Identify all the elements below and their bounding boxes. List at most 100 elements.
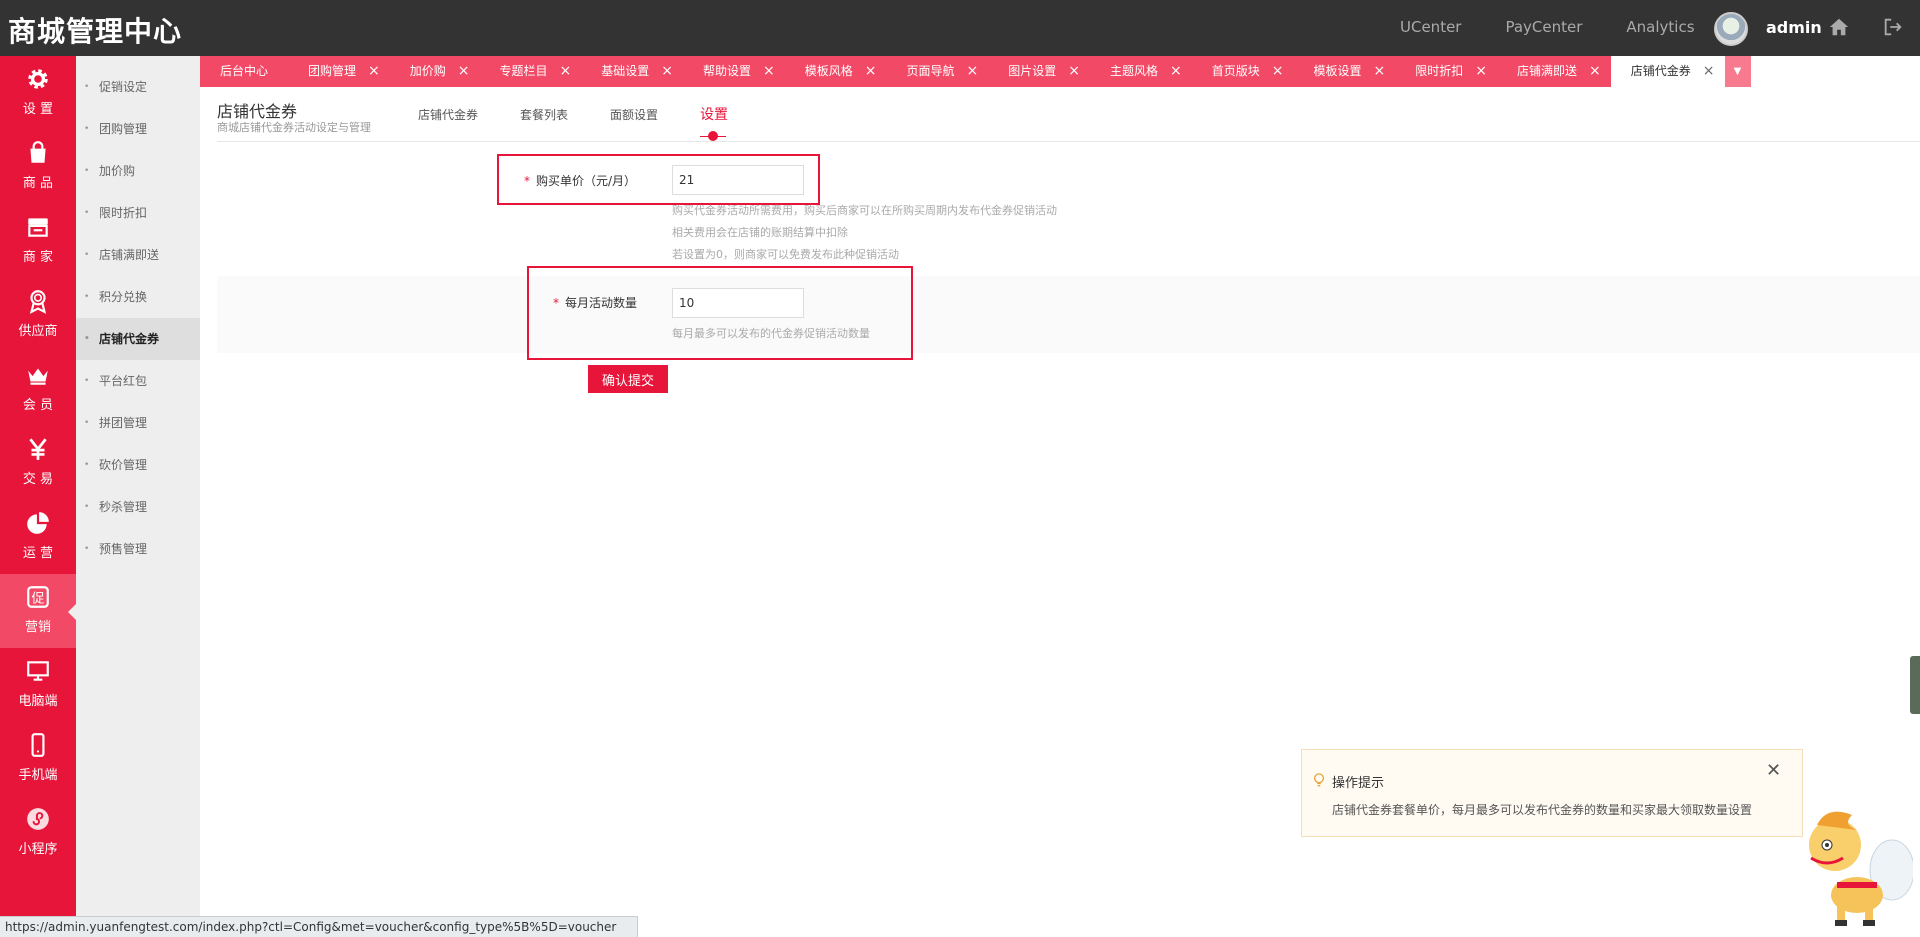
submenu-item[interactable]: 店铺满即送 — [76, 234, 200, 276]
close-icon[interactable]: × — [1272, 56, 1284, 87]
chevron-down-icon: ▼ — [1733, 66, 1742, 77]
paycenter-link[interactable]: PayCenter — [1505, 18, 1582, 36]
tab-label: 加价购 — [409, 64, 446, 78]
tab-label: 帮助设置 — [703, 64, 752, 78]
submenu-item[interactable]: 平台红包 — [76, 360, 200, 402]
subtab-label: 面额设置 — [610, 108, 659, 122]
tab-item[interactable]: 店铺满即送 × — [1497, 56, 1611, 87]
logout-icon[interactable] — [1882, 16, 1904, 38]
miniprogram-icon — [27, 808, 49, 830]
main-nav-rail: 设 置 商 品 商 家 供应商 会 员 交 易 运 营 促 营销 电脑端 手机端… — [0, 56, 76, 937]
tab-item[interactable]: 基础设置 × — [581, 56, 683, 87]
rail-label: 商 品 — [22, 176, 54, 191]
tab-item[interactable]: 页面导航 × — [887, 56, 989, 87]
tab-item[interactable]: 模板设置 × — [1294, 56, 1396, 87]
subtab-label: 设置 — [700, 107, 729, 123]
close-icon[interactable]: × — [368, 56, 380, 87]
tab-item[interactable]: 限时折扣 × — [1395, 56, 1497, 87]
tab-label: 模板设置 — [1313, 64, 1362, 78]
rail-item-member[interactable]: 会 员 — [0, 352, 76, 426]
rail-item-settings[interactable]: 设 置 — [0, 56, 76, 130]
tab-more-button[interactable]: ▼ — [1724, 56, 1751, 87]
rail-item-marketing[interactable]: 促 营销 — [0, 574, 76, 648]
close-icon[interactable]: × — [661, 56, 673, 87]
tab-item[interactable]: 团购管理 × — [288, 56, 390, 87]
rail-label: 商 家 — [22, 250, 54, 265]
tab-item[interactable]: 模板风格 × — [785, 56, 887, 87]
subtab-settings[interactable]: 设置 — [700, 104, 729, 141]
tab-item[interactable]: 主题风格 × — [1090, 56, 1192, 87]
subtab-vouchers[interactable]: 店铺代金券 — [418, 106, 478, 124]
rail-label: 电脑端 — [18, 694, 58, 709]
close-icon[interactable]: × — [1589, 56, 1601, 87]
tab-item[interactable]: 帮助设置 × — [683, 56, 785, 87]
tab-label: 店铺代金券 — [1630, 64, 1691, 78]
submenu-item[interactable]: 砍价管理 — [76, 444, 200, 486]
yen-icon — [29, 438, 47, 460]
submenu-item[interactable]: 积分兑换 — [76, 276, 200, 318]
close-icon[interactable]: × — [1475, 56, 1487, 87]
marketing-submenu: 促销设定 团购管理 加价购 限时折扣 店铺满即送 积分兑换 店铺代金券 平台红包… — [76, 56, 200, 937]
tab-label: 专题栏目 — [499, 64, 548, 78]
rail-item-supplier[interactable]: 供应商 — [0, 278, 76, 352]
close-icon[interactable]: × — [967, 56, 979, 87]
close-icon[interactable]: × — [560, 56, 572, 87]
rail-label: 营销 — [24, 620, 51, 635]
subtab-denomination[interactable]: 面额设置 — [610, 106, 658, 124]
submenu-item[interactable]: 限时折扣 — [76, 192, 200, 234]
analytics-link[interactable]: Analytics — [1626, 18, 1694, 36]
submenu-item[interactable]: 秒杀管理 — [76, 486, 200, 528]
tab-item[interactable]: 专题栏目 × — [480, 56, 582, 87]
tip-body: 店铺代金券套餐单价，每月最多可以发布代金券的数量和买家最大领取数量设置 — [1332, 803, 1753, 817]
pie-chart-icon — [27, 512, 49, 534]
top-bar: 商城管理中心 UCenter PayCenter Analytics admin — [0, 0, 1920, 56]
rail-item-trade[interactable]: 交 易 — [0, 426, 76, 500]
tab-item-active[interactable]: 店铺代金券 × — [1610, 56, 1725, 87]
rail-item-mobile[interactable]: 手机端 — [0, 722, 76, 796]
rail-item-merchant[interactable]: 商 家 — [0, 204, 76, 278]
submenu-item[interactable]: 预售管理 — [76, 528, 200, 570]
price-input[interactable]: 21 — [672, 165, 804, 195]
tab-item[interactable]: 首页版块 × — [1192, 56, 1294, 87]
avatar[interactable] — [1714, 12, 1748, 46]
close-icon[interactable]: × — [1068, 56, 1080, 87]
rail-item-pc[interactable]: 电脑端 — [0, 648, 76, 722]
tab-item[interactable]: 加价购 × — [390, 56, 480, 87]
lightbulb-icon — [1313, 773, 1325, 787]
tab-label: 图片设置 — [1008, 64, 1057, 78]
submenu-item[interactable]: 促销设定 — [76, 66, 200, 108]
monthly-count-input[interactable]: 10 — [672, 288, 804, 318]
mascot-image[interactable] — [1797, 800, 1913, 930]
close-icon[interactable]: × — [763, 56, 775, 87]
rail-item-goods[interactable]: 商 品 — [0, 130, 76, 204]
sub-tabs: 店铺代金券 套餐列表 面额设置 设置 — [418, 104, 770, 141]
close-icon[interactable]: × — [1170, 56, 1182, 87]
username[interactable]: admin — [1766, 18, 1822, 37]
rail-label: 会 员 — [22, 398, 54, 413]
close-icon[interactable]: × — [865, 56, 877, 87]
tab-item[interactable]: 图片设置 × — [988, 56, 1090, 87]
tab-label: 限时折扣 — [1415, 64, 1464, 78]
submenu-item[interactable]: 拼团管理 — [76, 402, 200, 444]
submenu-item-active[interactable]: 店铺代金券 — [76, 318, 200, 360]
submenu-item[interactable]: 团购管理 — [76, 108, 200, 150]
close-icon[interactable]: ✕ — [1766, 760, 1781, 781]
home-icon[interactable] — [1828, 16, 1850, 38]
required-star: * — [524, 174, 530, 188]
submit-button[interactable]: 确认提交 — [588, 365, 668, 393]
submenu-item[interactable]: 加价购 — [76, 150, 200, 192]
tab-item[interactable]: 后台中心 — [200, 56, 288, 87]
close-icon[interactable]: × — [458, 56, 470, 87]
rail-label: 供应商 — [18, 324, 58, 339]
close-icon[interactable]: × — [1374, 56, 1386, 87]
close-icon[interactable]: × — [1703, 56, 1715, 87]
rail-item-operation[interactable]: 运 营 — [0, 500, 76, 574]
subtab-packages[interactable]: 套餐列表 — [520, 106, 568, 124]
rail-label: 交 易 — [22, 472, 54, 487]
price-hint: 若设置为0，则商家可以免费发布此种促销活动 — [672, 248, 899, 261]
tab-label: 主题风格 — [1110, 64, 1159, 78]
ucenter-link[interactable]: UCenter — [1400, 18, 1461, 36]
side-drawer-handle[interactable] — [1910, 656, 1920, 714]
price-label-text: 购买单价（元/月） — [536, 174, 637, 188]
rail-item-miniprogram[interactable]: 小程序 — [0, 796, 76, 870]
